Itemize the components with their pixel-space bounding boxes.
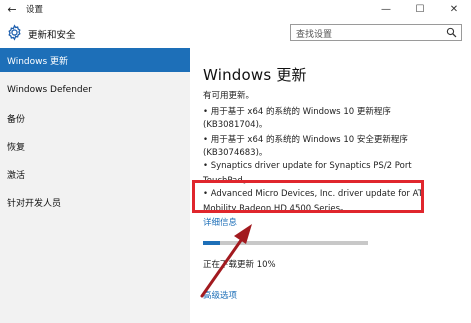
update-item-line: • Synaptics driver update for Synaptics … [203,161,412,171]
maximize-button[interactable]: ☐ [403,0,437,18]
update-item-line: (KB3074683)。 [203,148,268,158]
update-item-line: (KB3081704)。 [203,120,268,130]
sidebar-item-activation[interactable]: 激活 [0,162,190,186]
sidebar-item-label: 恢复 [7,142,26,153]
back-button[interactable]: ← [0,0,24,18]
sidebar: Windows 更新 Windows Defender 备份 恢复 激活 针对开… [0,48,190,323]
maximize-icon: ☐ [415,3,425,15]
sidebar-item-label: Windows 更新 [7,56,69,67]
sidebar-item-windows-update[interactable]: Windows 更新 [0,48,190,72]
back-arrow-icon: ← [7,2,17,16]
minimize-button[interactable]: — [369,0,403,18]
sidebar-item-backup[interactable]: 备份 [0,106,190,130]
sidebar-item-label: 针对开发人员 [7,198,62,209]
sidebar-item-for-developers[interactable]: 针对开发人员 [0,190,190,214]
advanced-options-link[interactable]: 高级选项 [203,289,237,301]
page-section-title: 更新和安全 [28,30,76,41]
sidebar-item-label: 激活 [7,170,26,181]
window-title: 设置 [26,5,44,15]
app-header: 更新和安全 查找设置 [0,18,471,48]
search-placeholder: 查找设置 [296,30,333,40]
minimize-icon: — [381,3,391,15]
sidebar-item-recovery[interactable]: 恢复 [0,134,190,158]
page-title: Windows 更新 [203,66,307,84]
update-item-line: • 用于基于 x64 的系统的 Windows 10 安全更新程序 [203,135,408,145]
update-status: 有可用更新。 [203,91,255,101]
download-progress-fill [203,241,220,245]
details-link[interactable]: 详细信息 [203,216,237,228]
download-progress-bar [203,241,368,245]
highlight-box [192,180,424,213]
search-input[interactable]: 查找设置 [290,24,462,41]
sidebar-item-label: Windows Defender [7,85,92,95]
download-status: 正在下载更新 10% [203,260,276,270]
window-controls: — ☐ ✕ [369,0,471,18]
gear-icon [8,24,21,41]
search-icon[interactable] [446,27,457,38]
sidebar-item-windows-defender[interactable]: Windows Defender [0,78,190,102]
close-icon: ✕ [449,3,459,15]
sidebar-item-label: 备份 [7,114,26,125]
title-bar: ← 设置 — ☐ ✕ [0,0,471,18]
close-button[interactable]: ✕ [437,0,471,18]
update-item-line: • 用于基于 x64 的系统的 Windows 10 更新程序 [203,107,391,117]
